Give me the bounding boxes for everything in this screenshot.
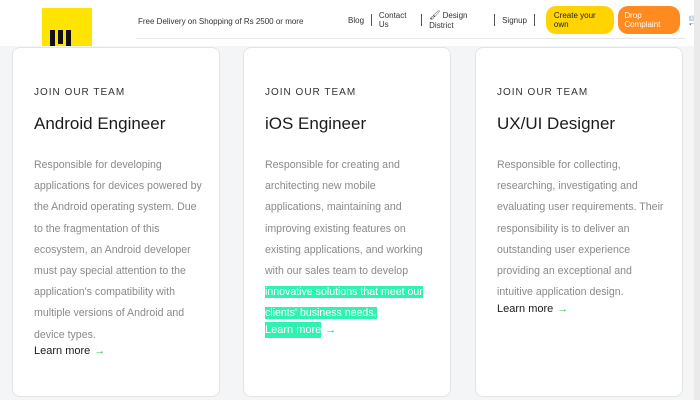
arrow-right-icon: →: [94, 345, 106, 357]
nav-contact-link[interactable]: Contact Us: [377, 11, 416, 29]
drop-complaint-button[interactable]: Drop Complaint: [618, 6, 680, 34]
brand-logo[interactable]: [42, 8, 92, 46]
learn-more-link[interactable]: Learn more →: [34, 344, 105, 358]
learn-more-link[interactable]: Learn more →: [497, 302, 568, 316]
nav-divider: [421, 14, 423, 26]
job-card-uxui: JOIN OUR TEAM UX/UI Designer Responsible…: [475, 47, 683, 397]
nav-divider: [494, 14, 496, 26]
logo-mark: [50, 30, 71, 46]
card-description: Responsible for creating and architectin…: [265, 155, 437, 325]
job-card-android: JOIN OUR TEAM Android Engineer Responsib…: [12, 47, 220, 397]
job-card-ios: JOIN OUR TEAM iOS Engineer Responsible f…: [243, 47, 451, 397]
card-title: iOS Engineer: [265, 114, 367, 133]
card-title: UX/UI Designer: [497, 114, 616, 133]
card-eyebrow: JOIN OUR TEAM: [34, 87, 126, 98]
brush-icon: 🖌: [429, 10, 441, 20]
nav-design-district-link[interactable]: 🖌 Design District: [427, 10, 489, 30]
create-your-own-button[interactable]: Create your own: [545, 6, 615, 34]
header-divider: [136, 38, 686, 39]
nav-signup-link[interactable]: Signup: [500, 16, 529, 25]
card-description: Responsible for collecting, researching,…: [497, 159, 664, 299]
card-eyebrow: JOIN OUR TEAM: [497, 87, 589, 98]
page-scrollbar[interactable]: [694, 0, 700, 400]
learn-more-label: Learn more: [265, 322, 322, 338]
description-text: Responsible for creating and architectin…: [265, 159, 423, 278]
card-title: Android Engineer: [34, 114, 166, 133]
learn-more-label: Learn more: [34, 345, 91, 357]
nav-divider: [534, 14, 535, 26]
selected-text-highlight: innovative solutions that meet our clien…: [265, 286, 423, 320]
learn-more-label: Learn more: [497, 303, 554, 315]
arrow-right-icon: →: [557, 303, 569, 315]
arrow-right-icon: →: [325, 324, 337, 336]
free-delivery-banner: Free Delivery on Shopping of Rs 2500 or …: [138, 17, 304, 26]
card-description: Responsible for developing applications …: [34, 159, 202, 341]
card-eyebrow: JOIN OUR TEAM: [265, 87, 357, 98]
nav-divider: [371, 14, 372, 26]
top-nav: Blog Contact Us 🖌 Design District Signup …: [346, 6, 700, 34]
nav-blog-link[interactable]: Blog: [346, 16, 366, 25]
site-header: Free Delivery on Shopping of Rs 2500 or …: [0, 0, 700, 46]
learn-more-link[interactable]: Learn more →: [265, 322, 336, 338]
